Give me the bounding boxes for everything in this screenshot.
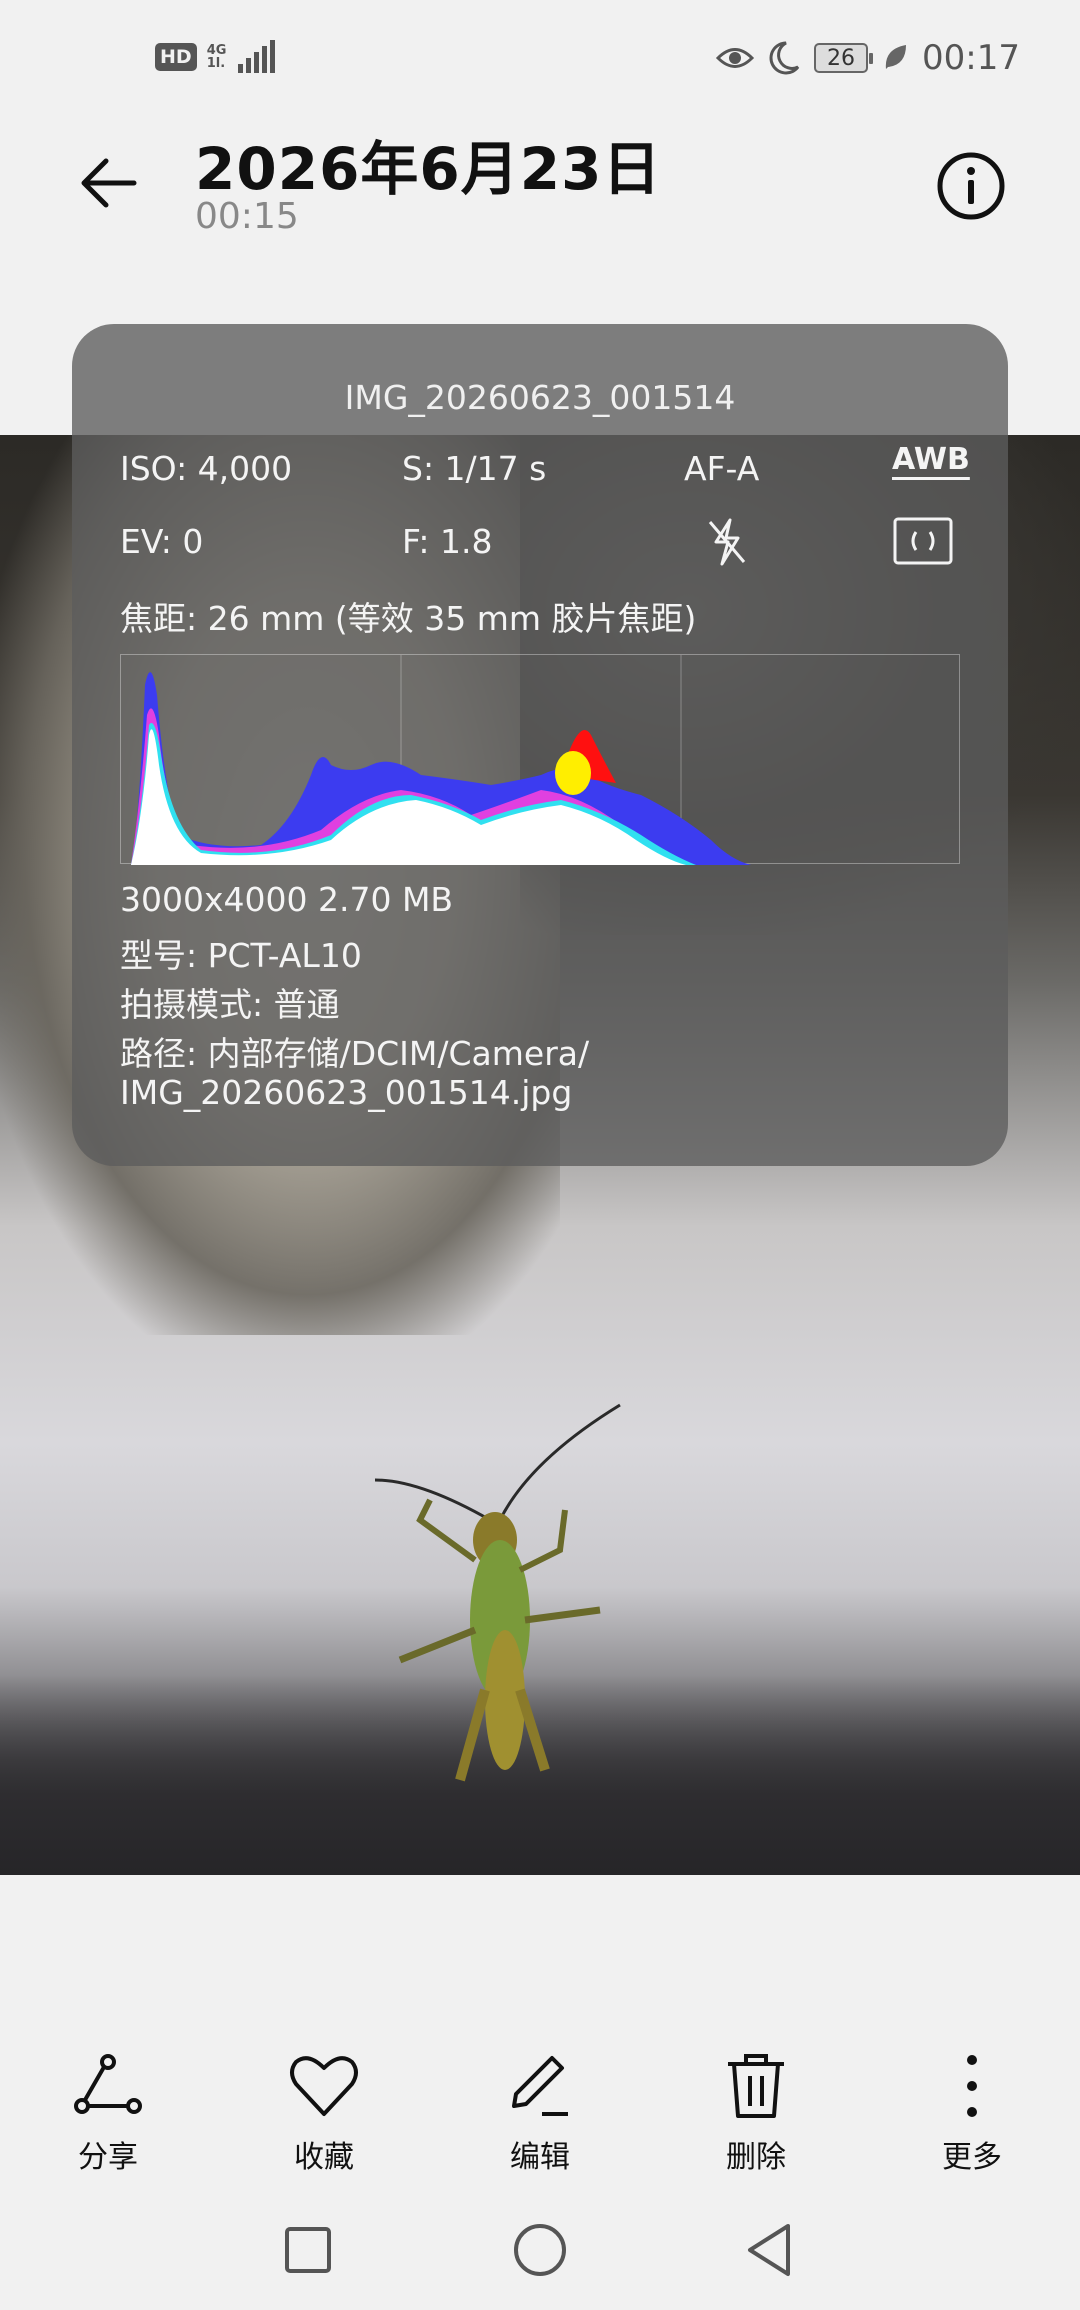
trash-icon xyxy=(728,2054,784,2118)
arrow-left-icon xyxy=(81,158,137,208)
back-button[interactable] xyxy=(70,145,146,221)
device-model: 型号: PCT-AL10 xyxy=(120,936,362,975)
edit-button[interactable]: 编辑 xyxy=(460,2050,620,2176)
focal-length: 焦距: 26 mm (等效 35 mm 胶片焦距) xyxy=(120,599,697,638)
panel-filename: IMG_20260623_001514 xyxy=(344,378,736,417)
awb-label: AWB xyxy=(892,442,970,477)
leaf-icon xyxy=(885,45,907,69)
nav-recent-button[interactable] xyxy=(278,2220,338,2280)
grasshopper-image xyxy=(374,1403,621,1782)
flash-off-icon xyxy=(708,518,746,566)
edit-label: 编辑 xyxy=(510,2140,570,2175)
status-time: 00:17 xyxy=(922,38,1020,78)
circle-icon xyxy=(514,2224,566,2276)
status-right: 26 00:17 xyxy=(716,38,1020,78)
photo-info-panel: IMG_20260623_001514 ISO: 4,000 S: 1/17 s… xyxy=(72,324,1008,1166)
signal-icon xyxy=(238,40,276,73)
triangle-back-icon xyxy=(748,2224,790,2276)
delete-button[interactable]: 删除 xyxy=(676,2050,836,2176)
network-indicator: 4G 1l. xyxy=(207,44,227,70)
more-vertical-icon xyxy=(967,2055,977,2117)
eye-icon xyxy=(716,48,755,68)
iso-value: ISO: 4,000 xyxy=(120,449,293,488)
file-path-line2: IMG_20260623_001514.jpg xyxy=(120,1073,573,1112)
delete-label: 删除 xyxy=(726,2140,786,2175)
page-subtitle: 00:15 xyxy=(195,196,299,237)
pencil-icon xyxy=(512,2056,568,2116)
histogram-graph xyxy=(131,655,751,865)
more-label: 更多 xyxy=(942,2140,1002,2175)
status-bar: HD 4G 1l. 26 00:17 xyxy=(0,0,1080,120)
share-icon xyxy=(74,2054,142,2114)
histogram xyxy=(120,654,960,865)
share-label: 分享 xyxy=(78,2140,138,2175)
square-icon xyxy=(285,2227,331,2273)
share-button[interactable]: 分享 xyxy=(28,2050,188,2176)
aperture-value: F: 1.8 xyxy=(402,522,493,561)
nav-home-button[interactable] xyxy=(510,2220,570,2280)
info-button[interactable] xyxy=(935,150,1007,222)
hd-badge: HD xyxy=(155,43,197,71)
favorite-label: 收藏 xyxy=(294,2140,354,2175)
shutter-value: S: 1/17 s xyxy=(402,449,547,488)
network-sub: 1l. xyxy=(206,56,226,71)
af-mode: AF-A xyxy=(684,449,760,488)
status-left: HD 4G 1l. xyxy=(155,40,276,74)
battery-indicator: 26 xyxy=(814,43,874,73)
moon-icon xyxy=(769,41,800,75)
favorite-button[interactable]: 收藏 xyxy=(244,2050,404,2176)
info-icon xyxy=(937,152,1005,220)
resolution-size: 3000x4000 2.70 MB xyxy=(120,880,454,919)
metering-icon xyxy=(893,517,953,565)
more-button[interactable]: 更多 xyxy=(892,2050,1052,2176)
ev-value: EV: 0 xyxy=(120,522,204,561)
nav-back-button[interactable] xyxy=(740,2220,800,2280)
heart-icon xyxy=(290,2056,358,2116)
file-path-line1: 路径: 内部存储/DCIM/Camera/ xyxy=(120,1034,590,1073)
shooting-mode: 拍摄模式: 普通 xyxy=(120,985,340,1024)
page-title: 2026年6月23日 xyxy=(195,135,662,203)
